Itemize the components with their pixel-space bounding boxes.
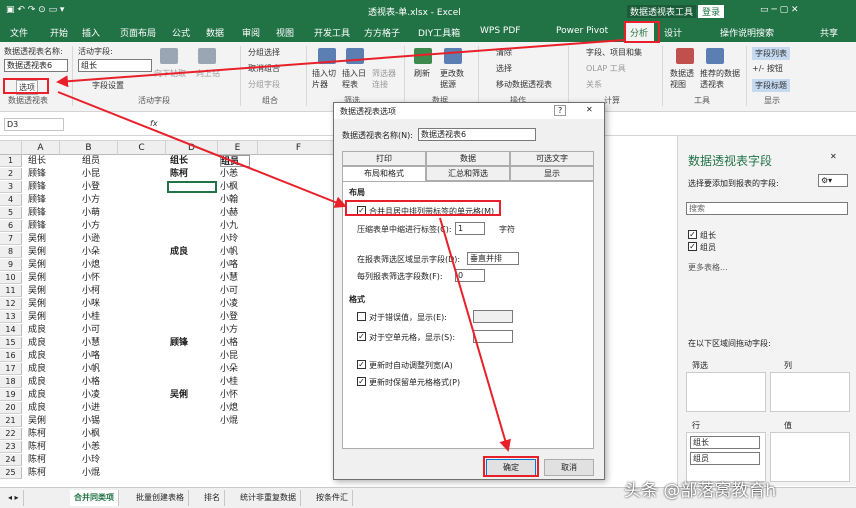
highlight-analyze-tab <box>624 21 660 43</box>
highlight-options <box>3 78 49 94</box>
highlight-merge <box>345 200 501 216</box>
highlight-ok <box>483 456 539 477</box>
annotation-arrows <box>56 39 625 452</box>
